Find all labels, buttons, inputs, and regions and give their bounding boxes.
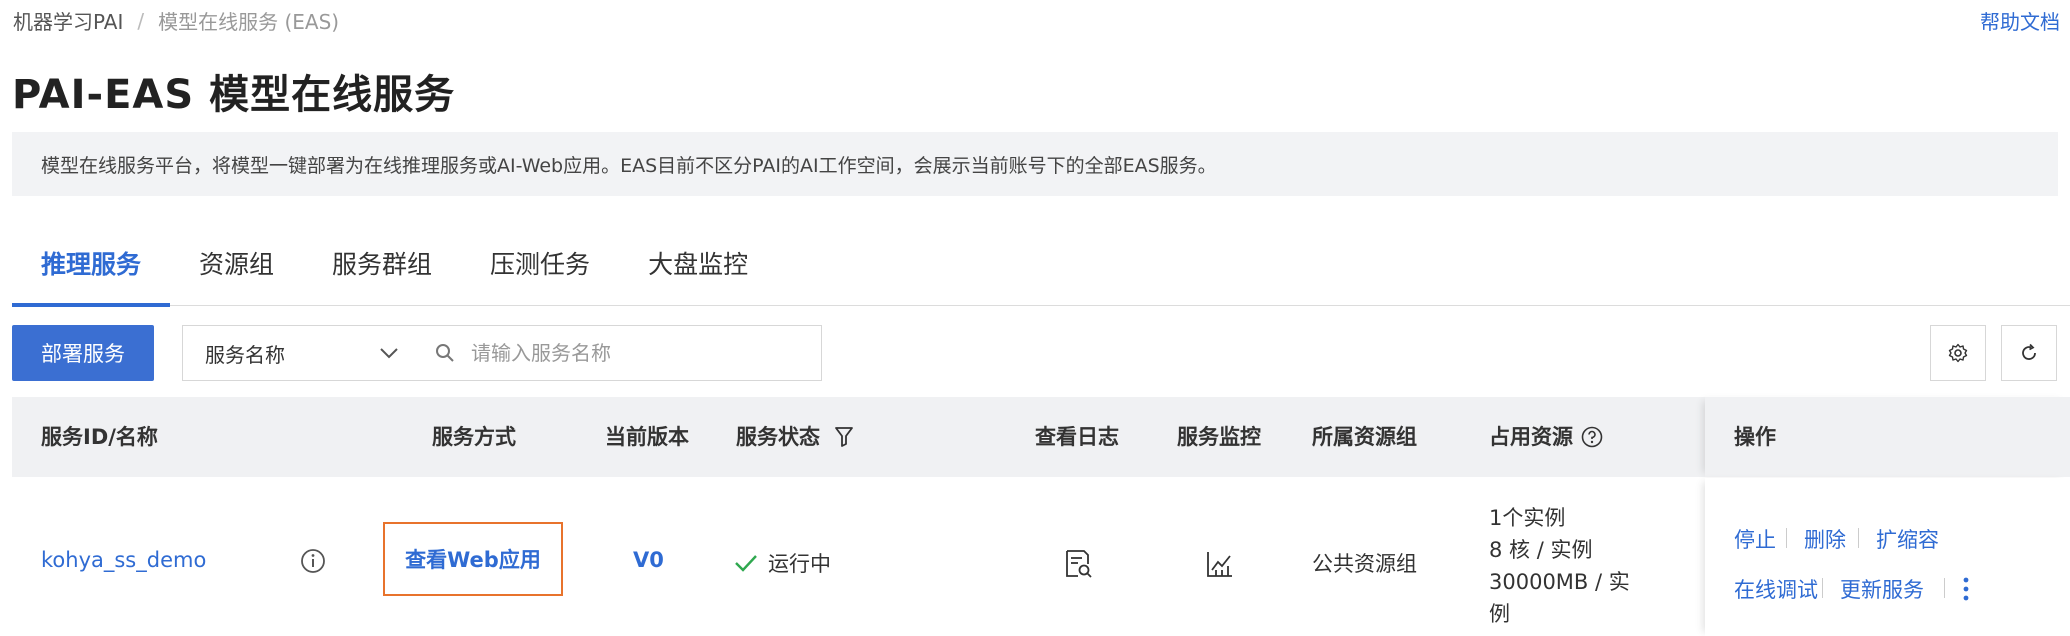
gear-icon <box>1948 343 1968 363</box>
breadcrumb-root[interactable]: 机器学习PAI <box>13 6 123 35</box>
refresh-icon <box>2022 343 2036 360</box>
check-icon <box>735 555 757 572</box>
filter-icon[interactable] <box>834 426 854 448</box>
stop-link[interactable]: 停止 <box>1734 524 1776 554</box>
tab-dashboard[interactable]: 大盘监控 <box>619 238 777 306</box>
breadcrumb-current: 模型在线服务 (EAS) <box>158 10 340 34</box>
resource-group-value: 公共资源组 <box>1312 552 1417 576</box>
resource-usage: 1个实例 8 核 / 实例 30000MB / 实 例 <box>1489 502 1630 630</box>
help-docs-link[interactable]: 帮助文档 <box>1980 6 2060 35</box>
header-version: 当前版本 <box>605 425 689 449</box>
breadcrumb: 机器学习PAI / 模型在线服务 (EAS) <box>13 6 339 35</box>
resource-memory: 30000MB / 实 <box>1489 570 1630 594</box>
ops-divider <box>1822 578 1823 598</box>
status-cell: 运行中 <box>734 548 831 578</box>
delete-link[interactable]: 删除 <box>1804 524 1846 554</box>
view-web-app-button[interactable]: 查看Web应用 <box>383 522 563 596</box>
deploy-service-button[interactable]: 部署服务 <box>12 325 154 381</box>
tab-resource-group[interactable]: 资源组 <box>170 238 303 306</box>
search-input[interactable] <box>471 341 791 365</box>
header-monitor: 服务监控 <box>1177 425 1261 449</box>
header-ops: 操作 <box>1734 425 1776 449</box>
search-field-label: 服务名称 <box>205 342 285 367</box>
settings-button[interactable] <box>1930 325 1986 381</box>
header-resources: 占用资源 <box>1489 397 1603 477</box>
header-logs: 查看日志 <box>1035 425 1119 449</box>
resource-memory-cont: 例 <box>1489 602 1510 626</box>
resource-cores: 8 核 / 实例 <box>1489 538 1593 562</box>
resource-instances: 1个实例 <box>1489 506 1566 530</box>
info-icon[interactable] <box>300 548 326 574</box>
ops-divider <box>1944 578 1945 598</box>
chevron-down-icon <box>380 348 398 359</box>
header-resource-group: 所属资源组 <box>1312 425 1417 449</box>
header-resources-label: 占用资源 <box>1489 425 1573 449</box>
status-text: 运行中 <box>768 552 831 576</box>
more-vertical-icon[interactable] <box>1961 575 1971 603</box>
header-status: 服务状态 <box>736 397 854 477</box>
header-method: 服务方式 <box>432 425 516 449</box>
ops-divider <box>1858 528 1859 548</box>
version-link[interactable]: V0 <box>633 548 664 572</box>
header-ops-cell: 操作 <box>1705 397 2070 477</box>
online-debug-link[interactable]: 在线调试 <box>1734 574 1818 604</box>
refresh-button[interactable] <box>2001 325 2057 381</box>
help-icon[interactable] <box>1581 426 1603 448</box>
header-id-name: 服务ID/名称 <box>41 425 158 449</box>
search-icon <box>436 344 454 362</box>
tab-bar: 推理服务 资源组 服务群组 压测任务 大盘监控 <box>12 238 2070 307</box>
search-group: 服务名称 <box>182 325 822 381</box>
scale-link[interactable]: 扩缩容 <box>1876 524 1939 554</box>
header-status-label: 服务状态 <box>736 425 820 449</box>
ops-divider <box>1786 528 1787 548</box>
tab-inference-service[interactable]: 推理服务 <box>12 238 171 307</box>
notice-banner: 模型在线服务平台，将模型一键部署为在线推理服务或AI-Web应用。EAS目前不区… <box>12 132 2058 196</box>
service-name-link[interactable]: kohya_ss_demo <box>41 548 206 572</box>
breadcrumb-separator: / <box>137 8 145 33</box>
view-log-icon[interactable] <box>1062 548 1094 580</box>
service-monitor-icon[interactable] <box>1204 548 1236 580</box>
search-field-select[interactable]: 服务名称 <box>183 326 423 380</box>
ops-cell: 停止 删除 扩缩容 在线调试 更新服务 <box>1705 478 2070 636</box>
tab-stress-test[interactable]: 压测任务 <box>461 238 619 306</box>
notice-text: 模型在线服务平台，将模型一键部署为在线推理服务或AI-Web应用。EAS目前不区… <box>41 154 1217 177</box>
tab-service-group[interactable]: 服务群组 <box>303 238 461 306</box>
update-service-link[interactable]: 更新服务 <box>1840 574 1924 604</box>
page-title: PAI-EAS 模型在线服务 <box>12 72 456 118</box>
